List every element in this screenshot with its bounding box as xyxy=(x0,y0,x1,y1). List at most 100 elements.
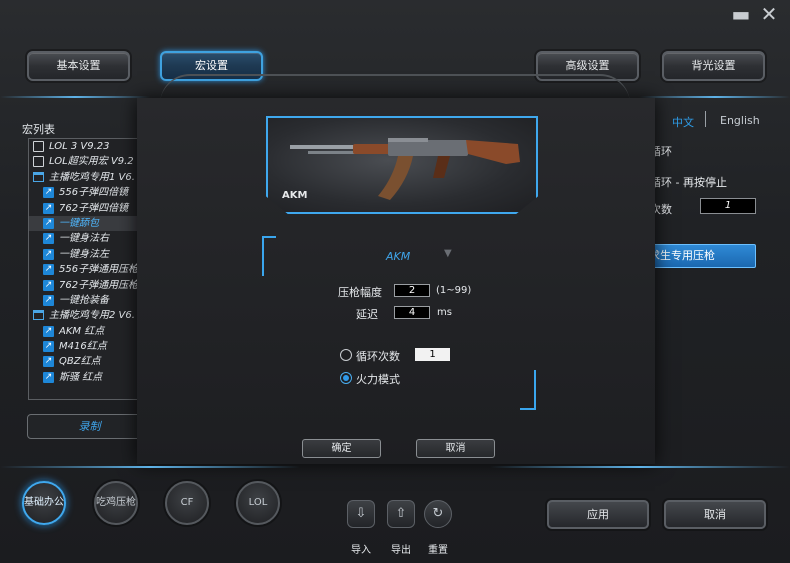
list-item-label: 主播吃鸡专用2 V6. xyxy=(49,310,135,322)
close-icon: ✕ xyxy=(760,2,778,26)
list-item[interactable]: 主播吃鸡专用1 V6. xyxy=(29,170,139,185)
rifle-icon xyxy=(290,138,520,200)
minimize-icon: ▬ xyxy=(731,2,751,26)
mode-office-label: 基础办公 xyxy=(24,497,64,508)
list-item[interactable]: ↗ M416红点 xyxy=(29,339,139,354)
fire-mode-radio[interactable] xyxy=(340,372,352,384)
tab-backlight-settings[interactable]: 背光设置 xyxy=(662,51,765,81)
list-item[interactable]: ↗ 一键身法右 xyxy=(29,231,139,246)
count-input[interactable]: 1 xyxy=(700,198,756,214)
list-item[interactable]: ↗ 一键抢装备 xyxy=(29,293,139,308)
loop-count-label: 循环次数 xyxy=(356,350,400,363)
fire-mode-label: 火力模式 xyxy=(356,373,400,386)
reset-label: 重置 xyxy=(428,545,448,556)
import-button[interactable]: ⇩ xyxy=(347,500,375,528)
reset-button[interactable]: ↻ xyxy=(424,500,452,528)
reset-icon: ↻ xyxy=(432,506,444,521)
header-divider-right xyxy=(640,96,790,98)
list-item[interactable]: LOL超实用宏 V9.2 xyxy=(29,154,139,169)
loop-until-label: 循环 - 再按停止 xyxy=(650,176,727,189)
language-chinese[interactable]: 中文 xyxy=(672,114,694,130)
dialog-cancel-button[interactable]: 取消 xyxy=(416,439,495,458)
list-item[interactable]: ↗ 556子弹四倍镜 xyxy=(29,185,139,200)
app-window: ▬ ✕ 基本设置 宏设置 高级设置 背光设置 宏列表 LOL 3 V9.23 LO… xyxy=(0,0,790,563)
pubg-recoil-button[interactable]: 求生专用压枪 xyxy=(640,244,756,268)
tab-macro-label: 宏设置 xyxy=(195,59,228,72)
doc-icon xyxy=(33,156,44,168)
list-item[interactable]: LOL 3 V9.23 xyxy=(29,139,139,154)
macro-icon: ↗ xyxy=(43,294,54,306)
list-item[interactable]: 主播吃鸡专用2 V6. xyxy=(29,308,139,323)
macro-icon: ↗ xyxy=(43,248,54,260)
doc-icon xyxy=(33,141,44,152)
recoil-input[interactable]: 2 xyxy=(394,284,430,297)
macro-icon: ↗ xyxy=(43,187,54,199)
delay-input[interactable]: 4 xyxy=(394,306,430,319)
minimize-button[interactable]: ▬ xyxy=(730,4,752,24)
list-item[interactable]: ↗ QBZ红点 xyxy=(29,354,139,369)
folder-icon xyxy=(33,310,44,321)
list-item[interactable]: ↗ 762子弹通用压枪 xyxy=(29,278,139,293)
list-item[interactable]: ↗ 762子弹四倍镜 xyxy=(29,201,139,216)
macro-icon: ↗ xyxy=(43,217,54,229)
mode-cf-button[interactable]: CF xyxy=(165,481,209,525)
mode-lol-label: LOL xyxy=(248,497,268,508)
recoil-range: (1~99) xyxy=(436,285,472,296)
mode-pubg-label: 吃鸡压枪 xyxy=(96,497,136,508)
list-item-label: LOL 3 V9.23 xyxy=(49,141,110,152)
tab-basic-label: 基本设置 xyxy=(56,59,101,72)
language-english[interactable]: English xyxy=(720,114,760,127)
confirm-button[interactable]: 确定 xyxy=(302,439,381,458)
list-item-label: 556子弹四倍镜 xyxy=(59,187,129,199)
tab-advanced-label: 高级设置 xyxy=(565,59,610,72)
mode-pubg-button[interactable]: 吃鸡压枪 xyxy=(94,481,138,525)
mode-lol-button[interactable]: LOL xyxy=(236,481,280,525)
export-label: 导出 xyxy=(391,545,411,556)
list-item-label: 556子弹通用压枪 xyxy=(59,264,139,276)
list-item-label: QBZ红点 xyxy=(59,356,101,368)
export-button[interactable]: ⇧ xyxy=(387,500,415,528)
macro-icon: ↗ xyxy=(43,325,54,337)
chevron-down-icon[interactable]: ▼ xyxy=(444,248,452,259)
tab-basic-settings[interactable]: 基本设置 xyxy=(27,51,130,81)
list-item-label: 一键舔包 xyxy=(59,217,99,229)
footer-divider-left xyxy=(0,466,300,468)
macro-icon: ↗ xyxy=(43,264,54,276)
list-item-label: 主播吃鸡专用1 V6. xyxy=(49,171,135,183)
export-icon: ⇧ xyxy=(395,506,407,521)
loop-count-radio[interactable] xyxy=(340,349,352,361)
import-icon: ⇩ xyxy=(355,506,367,521)
loop-count-input[interactable]: 1 xyxy=(415,348,450,361)
header-divider-left xyxy=(0,96,150,98)
weapon-select[interactable]: AKM xyxy=(386,250,410,263)
cancel-button[interactable]: 取消 xyxy=(664,500,766,529)
list-item[interactable]: ↗ AKM 红点 xyxy=(29,324,139,339)
language-divider xyxy=(705,111,706,127)
record-button[interactable]: 录制 xyxy=(27,414,152,439)
list-item[interactable]: ↗ 556子弹通用压枪 xyxy=(29,262,139,277)
close-button[interactable]: ✕ xyxy=(758,4,780,24)
import-label: 导入 xyxy=(351,545,371,556)
mode-office-button[interactable]: 基础办公 xyxy=(22,481,66,525)
list-item[interactable]: ↗ 一键舔包 xyxy=(29,215,139,232)
list-item-label: 762子弹通用压枪 xyxy=(59,279,139,291)
macro-icon: ↗ xyxy=(43,279,54,291)
macro-icon: ↗ xyxy=(43,233,54,245)
list-item-label: 762子弹四倍镜 xyxy=(59,202,129,214)
list-item-label: M416红点 xyxy=(59,341,107,353)
list-item-label: AKM 红点 xyxy=(59,325,105,337)
list-item[interactable]: ↗ 一键身法左 xyxy=(29,247,139,262)
tab-backlight-label: 背光设置 xyxy=(691,59,736,72)
macro-icon: ↗ xyxy=(43,356,54,368)
apply-button[interactable]: 应用 xyxy=(547,500,649,529)
list-item-label: 一键抢装备 xyxy=(59,294,109,306)
footer-divider-right xyxy=(490,466,790,468)
bracket-bottom-right xyxy=(520,370,536,410)
list-item[interactable]: ↗ 斯骚 红点 xyxy=(29,370,139,385)
list-item-label: LOL超实用宏 V9.2 xyxy=(49,156,134,168)
mode-cf-label: CF xyxy=(180,497,194,508)
list-item-label: 斯骚 红点 xyxy=(59,371,103,383)
delay-label: 延迟 xyxy=(356,308,378,321)
bracket-top-left xyxy=(262,236,276,276)
macro-list[interactable]: LOL 3 V9.23 LOL超实用宏 V9.2 主播吃鸡专用1 V6. ↗ 556子弹… xyxy=(28,138,140,400)
